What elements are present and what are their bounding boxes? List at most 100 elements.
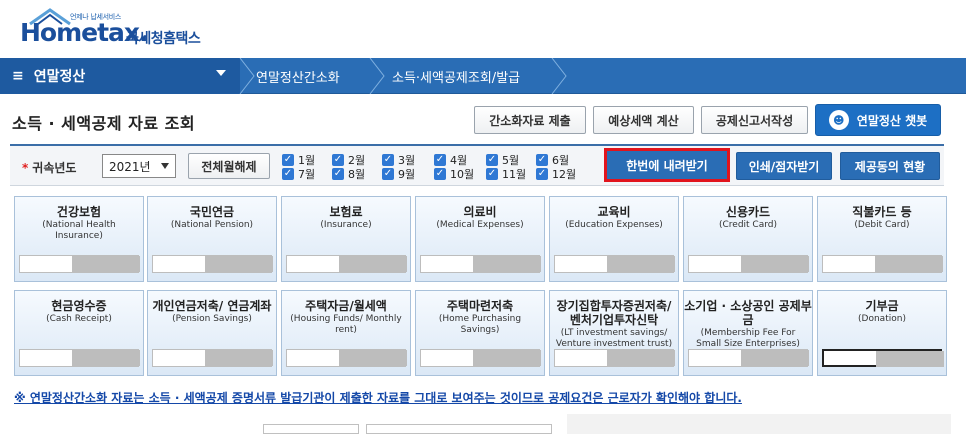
month-label: 12월 <box>552 168 577 181</box>
card-amount-field <box>688 349 809 367</box>
breadcrumb-item-deduction-lookup[interactable]: 소득·세액공제조회/발급 <box>392 58 520 94</box>
card-title: 국민연금 <box>189 205 235 219</box>
month-label: 10월 <box>450 168 475 181</box>
card-subtitle: (Donation) <box>858 314 906 324</box>
year-select[interactable]: 2021년 <box>102 154 176 178</box>
card-subtitle: (LT investment savings/ Venture investme… <box>555 328 673 349</box>
card-amount-redacted <box>205 256 273 272</box>
print-braille-button[interactable]: 인쇄/점자받기 <box>736 152 832 180</box>
chatbot-label: 연말정산 챗봇 <box>856 113 928 128</box>
month-checkbox[interactable]: ✓ 8월 <box>332 166 365 182</box>
nav-main-label: 연말정산 <box>33 69 86 85</box>
nav-menu-yearend[interactable]: ≡ 연말정산 <box>0 58 240 94</box>
deduction-card[interactable]: 기부금 (Donation) <box>817 290 947 376</box>
submit-simplified-data-button[interactable]: 간소화자료 제출 <box>474 106 586 134</box>
card-amount-redacted <box>607 256 675 272</box>
bottom-gray-panel <box>567 414 951 434</box>
breadcrumb-separator-icon <box>369 58 385 94</box>
month-label: 7월 <box>298 168 316 181</box>
card-title: 개인연금저축/ 연금계좌 <box>152 299 272 313</box>
chevron-down-icon <box>161 163 169 169</box>
card-title: 장기집합투자증권저축/ 벤처기업투자신탁 <box>556 299 672 327</box>
card-subtitle: (Housing Funds/ Monthly rent) <box>290 314 402 335</box>
logo-org-name: 국세청홈택스 <box>126 31 201 47</box>
page-title: 소득 · 세액공제 자료 조회 <box>12 114 196 133</box>
checkbox-checked-icon: ✓ <box>332 168 344 180</box>
card-title: 주택마련저축 <box>446 299 514 313</box>
consent-status-button[interactable]: 제공동의 현황 <box>840 152 940 180</box>
deduction-card[interactable]: 현금영수증 (Cash Receipt) <box>14 290 144 376</box>
deduction-card[interactable]: 신용카드 (Credit Card) <box>683 196 813 282</box>
card-amount-redacted <box>741 256 809 272</box>
checkbox-checked-icon: ✓ <box>332 154 344 166</box>
breadcrumb-item-simplified[interactable]: 연말정산간소화 <box>256 58 340 94</box>
nav-bar: ≡ 연말정산 연말정산간소화 소득·세액공제조회/발급 <box>0 58 966 94</box>
estimate-tax-button[interactable]: 예상세액 계산 <box>593 106 694 134</box>
month-checkbox[interactable]: ✓ 12월 <box>536 166 576 182</box>
deduction-card[interactable]: 보험료 (Insurance) <box>281 196 411 282</box>
release-all-months-button[interactable]: 전체월해제 <box>188 153 270 179</box>
card-amount-field <box>554 349 675 367</box>
card-amount-field <box>286 349 407 367</box>
card-amount-redacted <box>741 350 809 366</box>
card-title: 소기업 · 소상공인 공제부금 <box>684 299 812 327</box>
card-amount-field <box>822 349 944 367</box>
card-amount-redacted <box>72 350 140 366</box>
card-subtitle: (Cash Receipt) <box>46 314 112 324</box>
card-amount-redacted <box>607 350 675 366</box>
card-amount-field <box>554 255 675 273</box>
site-header: 언제나 납세서비스 Hometax. 국세청홈택스 <box>0 0 966 52</box>
card-amount-redacted <box>339 256 407 272</box>
deduction-card[interactable]: 개인연금저축/ 연금계좌 (Pension Savings) <box>147 290 277 376</box>
card-title: 직불카드 등 <box>852 205 912 219</box>
card-amount-field <box>286 255 407 273</box>
month-label: 11월 <box>502 168 527 181</box>
checkbox-checked-icon: ✓ <box>536 154 548 166</box>
deduction-form-button[interactable]: 공제신고서작성 <box>701 106 808 134</box>
card-amount-redacted <box>205 350 273 366</box>
card-subtitle: (Education Expenses) <box>565 220 663 230</box>
bottom-button-left[interactable] <box>263 424 359 434</box>
month-checkbox[interactable]: ✓ 11월 <box>486 166 526 182</box>
breadcrumb-separator-icon <box>239 58 255 94</box>
chatbot-icon: ☻ <box>828 110 849 130</box>
card-amount-field <box>688 255 809 273</box>
card-title: 신용카드 <box>725 205 771 219</box>
deduction-card[interactable]: 건강보험 (National Health Insurance) <box>14 196 144 282</box>
deduction-card[interactable]: 교육비 (Education Expenses) <box>549 196 679 282</box>
card-subtitle: (Pension Savings) <box>172 314 252 324</box>
month-checkbox[interactable]: ✓ 7월 <box>282 166 315 182</box>
card-amount-field <box>420 255 541 273</box>
checkbox-checked-icon: ✓ <box>536 168 548 180</box>
card-amount-field <box>19 349 140 367</box>
card-title: 주택자금/월세액 <box>305 299 387 313</box>
checkbox-checked-icon: ✓ <box>282 154 294 166</box>
deduction-card[interactable]: 국민연금 (National Pension) <box>147 196 277 282</box>
checkbox-checked-icon: ✓ <box>382 168 394 180</box>
notice-text[interactable]: ※ 연말정산간소화 자료는 소득 · 세액공제 증명서류 발급기관이 제출한 자… <box>14 389 742 406</box>
card-amount-redacted <box>876 351 944 367</box>
deduction-card[interactable]: 소기업 · 소상공인 공제부금 (Membership Fee For Small… <box>683 290 813 376</box>
deduction-card[interactable]: 주택자금/월세액 (Housing Funds/ Monthly rent) <box>281 290 411 376</box>
month-checkbox[interactable]: ✓ 9월 <box>382 166 415 182</box>
card-subtitle: (Medical Expenses) <box>436 220 524 230</box>
month-label: 8월 <box>348 168 366 181</box>
hometax-logo[interactable]: 언제나 납세서비스 Hometax. 국세청홈택스 <box>14 6 224 48</box>
checkbox-checked-icon: ✓ <box>382 154 394 166</box>
checkbox-checked-icon: ✓ <box>486 168 498 180</box>
month-checkbox-group: ✓ 1월 ✓ 2월 ✓ 3월 ✓ 4월 ✓ 5월 ✓ 6월 ✓ 7월 ✓ 8월 ✓ 9월 ✓ 10월 ✓ 11월 ✓ 12월 <box>282 152 602 184</box>
deduction-card[interactable]: 주택마련저축 (Home Purchasing Savings) <box>415 290 545 376</box>
deduction-card[interactable]: 장기집합투자증권저축/ 벤처기업투자신탁 (LT investment savin… <box>549 290 679 376</box>
card-amount-redacted <box>339 350 407 366</box>
card-subtitle: (National Health Insurance) <box>42 220 116 241</box>
month-checkbox[interactable]: ✓ 10월 <box>434 166 474 182</box>
deduction-card[interactable]: 의료비 (Medical Expenses) <box>415 196 545 282</box>
download-all-button[interactable]: 한번에 내려받기 <box>604 148 730 182</box>
card-amount-redacted <box>473 256 541 272</box>
deduction-card[interactable]: 직불카드 등 (Debit Card) <box>817 196 947 282</box>
checkbox-checked-icon: ✓ <box>434 168 446 180</box>
card-title: 보험료 <box>329 205 363 219</box>
card-title: 현금영수증 <box>51 299 107 313</box>
bottom-button-right[interactable] <box>366 424 552 434</box>
chatbot-button[interactable]: ☻ 연말정산 챗봇 <box>815 104 941 136</box>
